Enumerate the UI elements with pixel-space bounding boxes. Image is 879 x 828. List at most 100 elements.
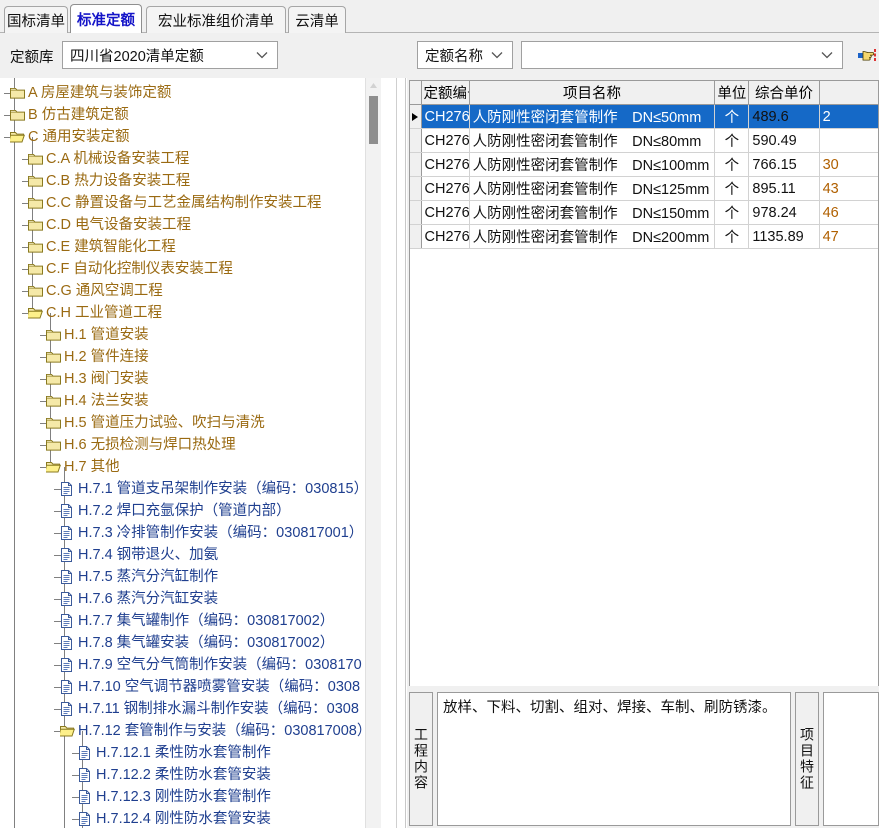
tree-node[interactable]: C.E 建筑智能化工程 [28,236,176,258]
tree-node[interactable]: H.6 无损检测与焊口热处理 [46,434,236,456]
column-header-price[interactable]: 综合单价 [748,81,820,105]
tree-node[interactable]: H.7.2 焊口充氩保护（管道内部） [60,500,291,522]
tree-node[interactable]: H.1 管道安装 [46,324,149,346]
tree-node[interactable]: H.7.12.3 刚性防水套管制作 [78,786,271,808]
tab-project-feature[interactable]: 项目特征 [795,692,819,826]
tree-node-label: H.7.12.1 柔性防水套管制作 [96,745,271,761]
column-header-name[interactable]: 项目名称 [469,81,716,105]
tree-node[interactable]: H.7.3 冷排管制作安装（编码：030817001） [60,522,363,544]
row-indicator [410,200,422,225]
tree-vertical-scrollbar[interactable] [365,78,381,828]
folder-closed-icon [46,372,61,386]
tree-node-label: C 通用安装定额 [28,129,130,145]
toolbar: 定额库 四川省2020清单定额 定额名称 [0,33,879,78]
search-input[interactable] [521,41,843,69]
detail-panel: 工程内容 放样、下料、切割、组对、焊接、车制、刷防锈漆。 项目特征 [409,692,879,826]
definition-table: 定额编号 项目名称 单位 综合单价 人工 CH2764人防刚性密闭套管制作 DN… [410,81,878,249]
tree-scrollbar-thumb[interactable] [369,96,378,144]
tree-node-label: H.7.5 蒸汽分汽缸制作 [78,569,219,585]
tree-node[interactable]: H.7.10 空气调节器喷雾管安装（编码：0308 [60,676,360,698]
tree-node[interactable]: C 通用安装定额 [10,126,130,148]
column-header-code[interactable]: 定额编号 [421,81,470,105]
document-icon [60,614,75,628]
tree-node[interactable]: H.3 阀门安装 [46,368,149,390]
cell-labor: 30 [819,152,878,177]
cell-price: 1135.89 [748,224,820,249]
tree-node[interactable]: H.7.4 钢带退火、加氨 [60,544,218,566]
folder-closed-icon [28,240,43,254]
folder-closed-icon [10,86,25,100]
column-header-labor[interactable]: 人工 [819,81,878,105]
tree-node[interactable]: H.7.5 蒸汽分汽缸制作 [60,566,218,588]
tree-node[interactable]: H.7.9 空气分气筒制作安装（编码：0308170 [60,654,362,676]
cell-name: 人防刚性密闭套管制作 DN≤200mm [469,224,716,249]
table-row[interactable]: CH2764人防刚性密闭套管制作 DN≤50mm个489.62 [410,104,878,129]
definition-tree-panel[interactable]: A 房屋建筑与装饰定额 B 仿古建筑定额 C 通用安装定额 C.A 机械设备安装工程 C… [0,78,406,828]
tab-2[interactable]: 标准定额 [70,4,142,33]
tree-node-label: H.7 其他 [64,459,120,475]
chevron-down-icon [821,42,833,68]
cell-code: CH2766 [421,152,470,177]
document-icon [60,570,75,584]
table-row[interactable]: CH2767人防刚性密闭套管制作 DN≤125mm个895.1143 [410,176,878,201]
tab-4[interactable]: 云清单 [288,6,346,33]
tree-node[interactable]: H.7.12.1 柔性防水套管制作 [78,742,271,764]
tree-node[interactable]: H.5 管道压力试验、吹扫与清洗 [46,412,265,434]
tab-bar: 国标清单 标准定额 宏业标准组价清单 云清单 [0,0,879,33]
tree-node[interactable]: C.B 热力设备安装工程 [28,170,190,192]
tab-1[interactable]: 国标清单 [4,6,68,33]
tree-node-label: H.7.10 空气调节器喷雾管安装（编码：0308 [78,679,361,695]
tree-node-label: H.4 法兰安装 [64,393,149,409]
tree-node-label: C.B 热力设备安装工程 [46,173,191,189]
pointing-hand-icon[interactable] [857,45,877,65]
tree-node[interactable]: H.4 法兰安装 [46,390,149,412]
tree-node-label: H.5 管道压力试验、吹扫与清洗 [64,415,265,431]
tree-node[interactable]: H.7.6 蒸汽分汽缸安装 [60,588,218,610]
folder-closed-icon [46,350,61,364]
tree-guide-line [14,78,15,828]
table-row[interactable]: CH2768人防刚性密闭套管制作 DN≤150mm个978.2446 [410,200,878,225]
tree-node[interactable]: B 仿古建筑定额 [10,104,129,126]
document-icon [78,790,93,804]
table-row[interactable]: CH2766人防刚性密闭套管制作 DN≤100mm个766.1530 [410,152,878,177]
cell-labor [819,128,878,153]
tree-node[interactable]: H.7.7 集气罐制作（编码：030817002） [60,610,334,632]
tree-node[interactable]: C.G 通风空调工程 [28,280,163,302]
cell-name: 人防刚性密闭套管制作 DN≤150mm [469,200,716,225]
row-indicator-header [410,81,422,105]
chevron-down-icon [491,42,503,68]
cell-code: CH2765 [421,128,470,153]
filter-field-select[interactable]: 定额名称 [417,41,513,69]
scroll-up-arrow-icon[interactable] [366,78,381,92]
chevron-down-icon [256,42,268,68]
tree-node[interactable]: C.H 工业管道工程 [28,302,162,324]
tree-node[interactable]: C.F 自动化控制仪表安装工程 [28,258,233,280]
tree-node[interactable]: C.D 电气设备安装工程 [28,214,191,236]
tree-node[interactable]: H.2 管件连接 [46,346,149,368]
tree-node[interactable]: C.A 机械设备安装工程 [28,148,189,170]
grid-detail-splitter[interactable] [409,686,879,689]
tree-node[interactable]: H.7.12.4 刚性防水套管安装 [78,808,271,828]
definition-grid[interactable]: 定额编号 项目名称 单位 综合单价 人工 CH2764人防刚性密闭套管制作 DN… [409,80,879,688]
library-select[interactable]: 四川省2020清单定额 [62,41,278,69]
tree-node[interactable]: A 房屋建筑与装饰定额 [10,82,171,104]
document-icon [60,526,75,540]
table-row[interactable]: CH2765人防刚性密闭套管制作 DN≤80mm个590.49 [410,128,878,153]
tree-node-label: H.1 管道安装 [64,327,149,343]
current-row-arrow-icon [412,112,419,121]
tree-node[interactable]: H.7.8 集气罐安装（编码：030817002） [60,632,334,654]
tree-node[interactable]: C.C 静置设备与工艺金属结构制作安装工程 [28,192,322,214]
folder-open-icon [46,460,61,474]
table-row[interactable]: CH2769人防刚性密闭套管制作 DN≤200mm个1135.8947 [410,224,878,249]
folder-closed-icon [28,262,43,276]
table-header-row: 定额编号 项目名称 单位 综合单价 人工 [410,81,878,105]
tree-node[interactable]: H.7.12 套管制作与安装（编码：030817008） [60,720,371,742]
tree-node[interactable]: H.7.12.2 柔性防水套管安装 [78,764,271,786]
tab-engineering-content[interactable]: 工程内容 [409,692,433,826]
tree-panel-gutter [396,78,405,828]
column-header-unit[interactable]: 单位 [714,81,750,105]
tree-node[interactable]: H.7.1 管道支吊架制作安装（编码：030815） [60,478,368,500]
tree-node[interactable]: H.7 其他 [46,456,120,478]
tree-node[interactable]: H.7.11 钢制排水漏斗制作安装（编码：0308 [60,698,359,720]
tab-3[interactable]: 宏业标准组价清单 [146,6,286,33]
